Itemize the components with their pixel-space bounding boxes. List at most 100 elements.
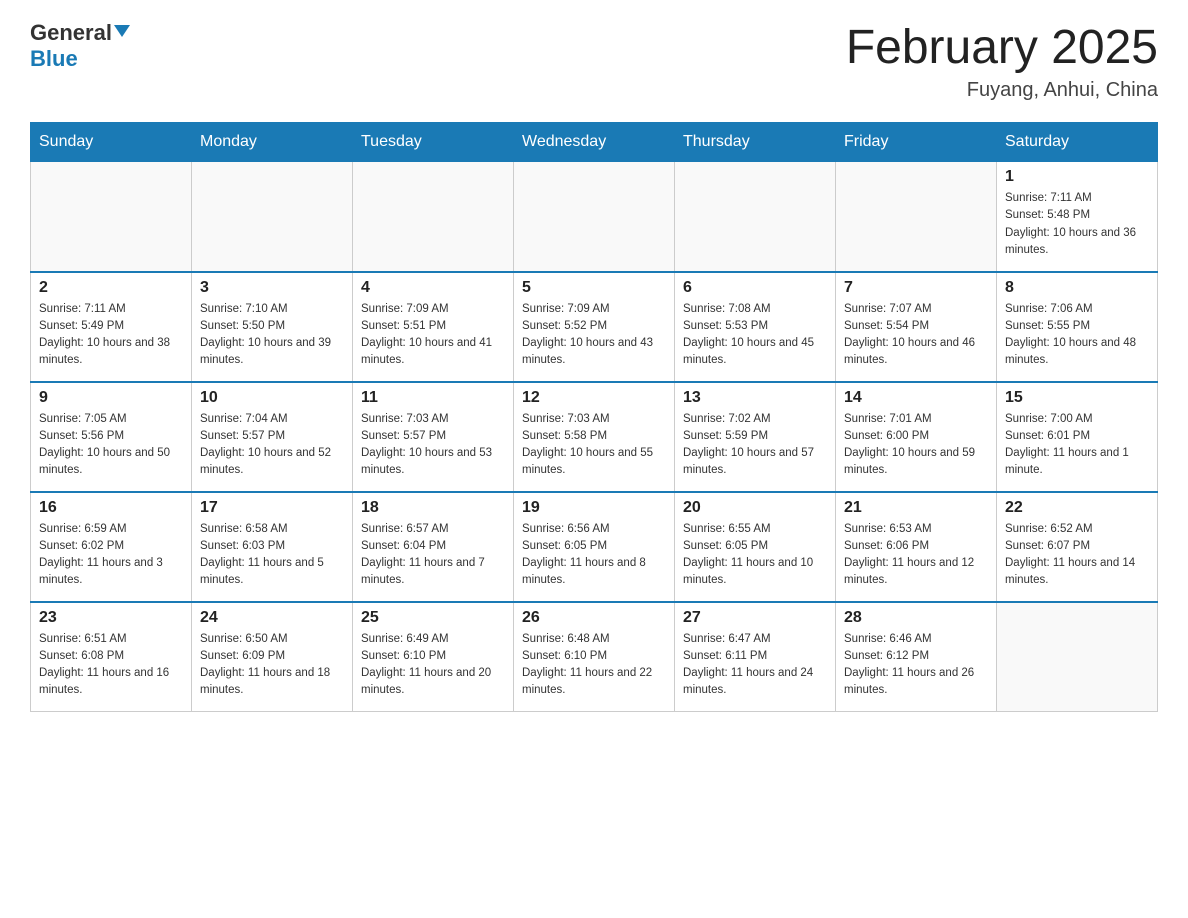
day-number: 11 [361,389,505,407]
calendar-cell: 20 Sunrise: 6:55 AMSunset: 6:05 PMDayligh… [675,492,836,602]
day-info: Sunrise: 6:49 AMSunset: 6:10 PMDaylight:… [361,631,505,700]
calendar-cell: 15 Sunrise: 7:00 AMSunset: 6:01 PMDayligh… [997,382,1158,492]
day-info: Sunrise: 6:59 AMSunset: 6:02 PMDaylight:… [39,521,183,590]
day-info: Sunrise: 6:53 AMSunset: 6:06 PMDaylight:… [844,521,988,590]
calendar-cell [836,162,997,272]
calendar-week-row: 23 Sunrise: 6:51 AMSunset: 6:08 PMDayligh… [31,602,1158,712]
day-number: 14 [844,389,988,407]
day-info: Sunrise: 6:48 AMSunset: 6:10 PMDaylight:… [522,631,666,700]
day-number: 8 [1005,279,1149,297]
day-number: 7 [844,279,988,297]
day-number: 27 [683,609,827,627]
day-info: Sunrise: 7:11 AMSunset: 5:49 PMDaylight:… [39,301,183,370]
day-number: 25 [361,609,505,627]
logo: General Blue [30,20,130,72]
day-info: Sunrise: 6:51 AMSunset: 6:08 PMDaylight:… [39,631,183,700]
day-info: Sunrise: 6:52 AMSunset: 6:07 PMDaylight:… [1005,521,1149,590]
calendar-cell: 6Sunrise: 7:08 AMSunset: 5:53 PMDaylight… [675,272,836,382]
day-number: 6 [683,279,827,297]
day-info: Sunrise: 7:02 AMSunset: 5:59 PMDaylight:… [683,411,827,480]
calendar-table: Sunday Monday Tuesday Wednesday Thursday… [30,122,1158,712]
logo-general-text: General [30,20,112,45]
calendar-week-row: 16 Sunrise: 6:59 AMSunset: 6:02 PMDayligh… [31,492,1158,602]
logo-blue-text: Blue [30,46,78,71]
day-number: 28 [844,609,988,627]
day-number: 17 [200,499,344,517]
day-number: 13 [683,389,827,407]
header-monday: Monday [192,123,353,162]
calendar-cell: 8 Sunrise: 7:06 AMSunset: 5:55 PMDaylight… [997,272,1158,382]
month-title: February 2025 [846,20,1158,75]
calendar-cell: 16 Sunrise: 6:59 AMSunset: 6:02 PMDayligh… [31,492,192,602]
day-number: 19 [522,499,666,517]
calendar-week-row: 9Sunrise: 7:05 AMSunset: 5:56 PMDaylight… [31,382,1158,492]
calendar-week-row: 1 Sunrise: 7:11 AMSunset: 5:48 PMDaylight… [31,162,1158,272]
calendar-cell [192,162,353,272]
day-number: 20 [683,499,827,517]
day-number: 26 [522,609,666,627]
day-info: Sunrise: 7:00 AMSunset: 6:01 PMDaylight:… [1005,411,1149,480]
calendar-cell: 19 Sunrise: 6:56 AMSunset: 6:05 PMDayligh… [514,492,675,602]
location: Fuyang, Anhui, China [846,79,1158,102]
header-wednesday: Wednesday [514,123,675,162]
day-info: Sunrise: 7:04 AMSunset: 5:57 PMDaylight:… [200,411,344,480]
day-info: Sunrise: 7:03 AMSunset: 5:57 PMDaylight:… [361,411,505,480]
calendar-cell: 18 Sunrise: 6:57 AMSunset: 6:04 PMDayligh… [353,492,514,602]
logo-triangle-icon [114,25,130,37]
calendar-cell [31,162,192,272]
day-info: Sunrise: 7:06 AMSunset: 5:55 PMDaylight:… [1005,301,1149,370]
header-friday: Friday [836,123,997,162]
day-info: Sunrise: 6:50 AMSunset: 6:09 PMDaylight:… [200,631,344,700]
calendar-cell: 24 Sunrise: 6:50 AMSunset: 6:09 PMDayligh… [192,602,353,712]
calendar-cell: 12Sunrise: 7:03 AMSunset: 5:58 PMDayligh… [514,382,675,492]
header-saturday: Saturday [997,123,1158,162]
day-info: Sunrise: 6:46 AMSunset: 6:12 PMDaylight:… [844,631,988,700]
day-number: 18 [361,499,505,517]
day-number: 2 [39,279,183,297]
calendar-cell: 17Sunrise: 6:58 AMSunset: 6:03 PMDayligh… [192,492,353,602]
calendar-cell: 28 Sunrise: 6:46 AMSunset: 6:12 PMDayligh… [836,602,997,712]
day-number: 24 [200,609,344,627]
calendar-cell: 26 Sunrise: 6:48 AMSunset: 6:10 PMDayligh… [514,602,675,712]
calendar-cell [997,602,1158,712]
day-number: 5 [522,279,666,297]
header-thursday: Thursday [675,123,836,162]
day-number: 1 [1005,168,1149,186]
day-info: Sunrise: 6:57 AMSunset: 6:04 PMDaylight:… [361,521,505,590]
day-info: Sunrise: 7:09 AMSunset: 5:51 PMDaylight:… [361,301,505,370]
day-info: Sunrise: 7:10 AMSunset: 5:50 PMDaylight:… [200,301,344,370]
calendar-cell: 3 Sunrise: 7:10 AMSunset: 5:50 PMDaylight… [192,272,353,382]
day-info: Sunrise: 6:56 AMSunset: 6:05 PMDaylight:… [522,521,666,590]
day-number: 4 [361,279,505,297]
day-info: Sunrise: 6:55 AMSunset: 6:05 PMDaylight:… [683,521,827,590]
calendar-header-row: Sunday Monday Tuesday Wednesday Thursday… [31,123,1158,162]
calendar-cell [353,162,514,272]
calendar-cell: 11 Sunrise: 7:03 AMSunset: 5:57 PMDayligh… [353,382,514,492]
page-header: General Blue February 2025 Fuyang, Anhui… [30,20,1158,102]
header-tuesday: Tuesday [353,123,514,162]
calendar-cell: 21Sunrise: 6:53 AMSunset: 6:06 PMDayligh… [836,492,997,602]
calendar-cell: 25 Sunrise: 6:49 AMSunset: 6:10 PMDayligh… [353,602,514,712]
title-area: February 2025 Fuyang, Anhui, China [846,20,1158,102]
calendar-cell: 5Sunrise: 7:09 AMSunset: 5:52 PMDaylight… [514,272,675,382]
calendar-cell: 27Sunrise: 6:47 AMSunset: 6:11 PMDayligh… [675,602,836,712]
calendar-cell: 13 Sunrise: 7:02 AMSunset: 5:59 PMDayligh… [675,382,836,492]
day-number: 9 [39,389,183,407]
day-info: Sunrise: 7:11 AMSunset: 5:48 PMDaylight:… [1005,190,1149,259]
day-number: 3 [200,279,344,297]
day-info: Sunrise: 7:03 AMSunset: 5:58 PMDaylight:… [522,411,666,480]
calendar-cell [675,162,836,272]
calendar-cell: 10Sunrise: 7:04 AMSunset: 5:57 PMDayligh… [192,382,353,492]
calendar-cell: 9Sunrise: 7:05 AMSunset: 5:56 PMDaylight… [31,382,192,492]
calendar-week-row: 2 Sunrise: 7:11 AMSunset: 5:49 PMDaylight… [31,272,1158,382]
day-number: 23 [39,609,183,627]
header-sunday: Sunday [31,123,192,162]
day-number: 22 [1005,499,1149,517]
calendar-cell: 4 Sunrise: 7:09 AMSunset: 5:51 PMDaylight… [353,272,514,382]
day-info: Sunrise: 7:01 AMSunset: 6:00 PMDaylight:… [844,411,988,480]
day-number: 16 [39,499,183,517]
calendar-cell: 1 Sunrise: 7:11 AMSunset: 5:48 PMDaylight… [997,162,1158,272]
calendar-cell: 22 Sunrise: 6:52 AMSunset: 6:07 PMDayligh… [997,492,1158,602]
day-number: 15 [1005,389,1149,407]
calendar-cell: 23 Sunrise: 6:51 AMSunset: 6:08 PMDayligh… [31,602,192,712]
